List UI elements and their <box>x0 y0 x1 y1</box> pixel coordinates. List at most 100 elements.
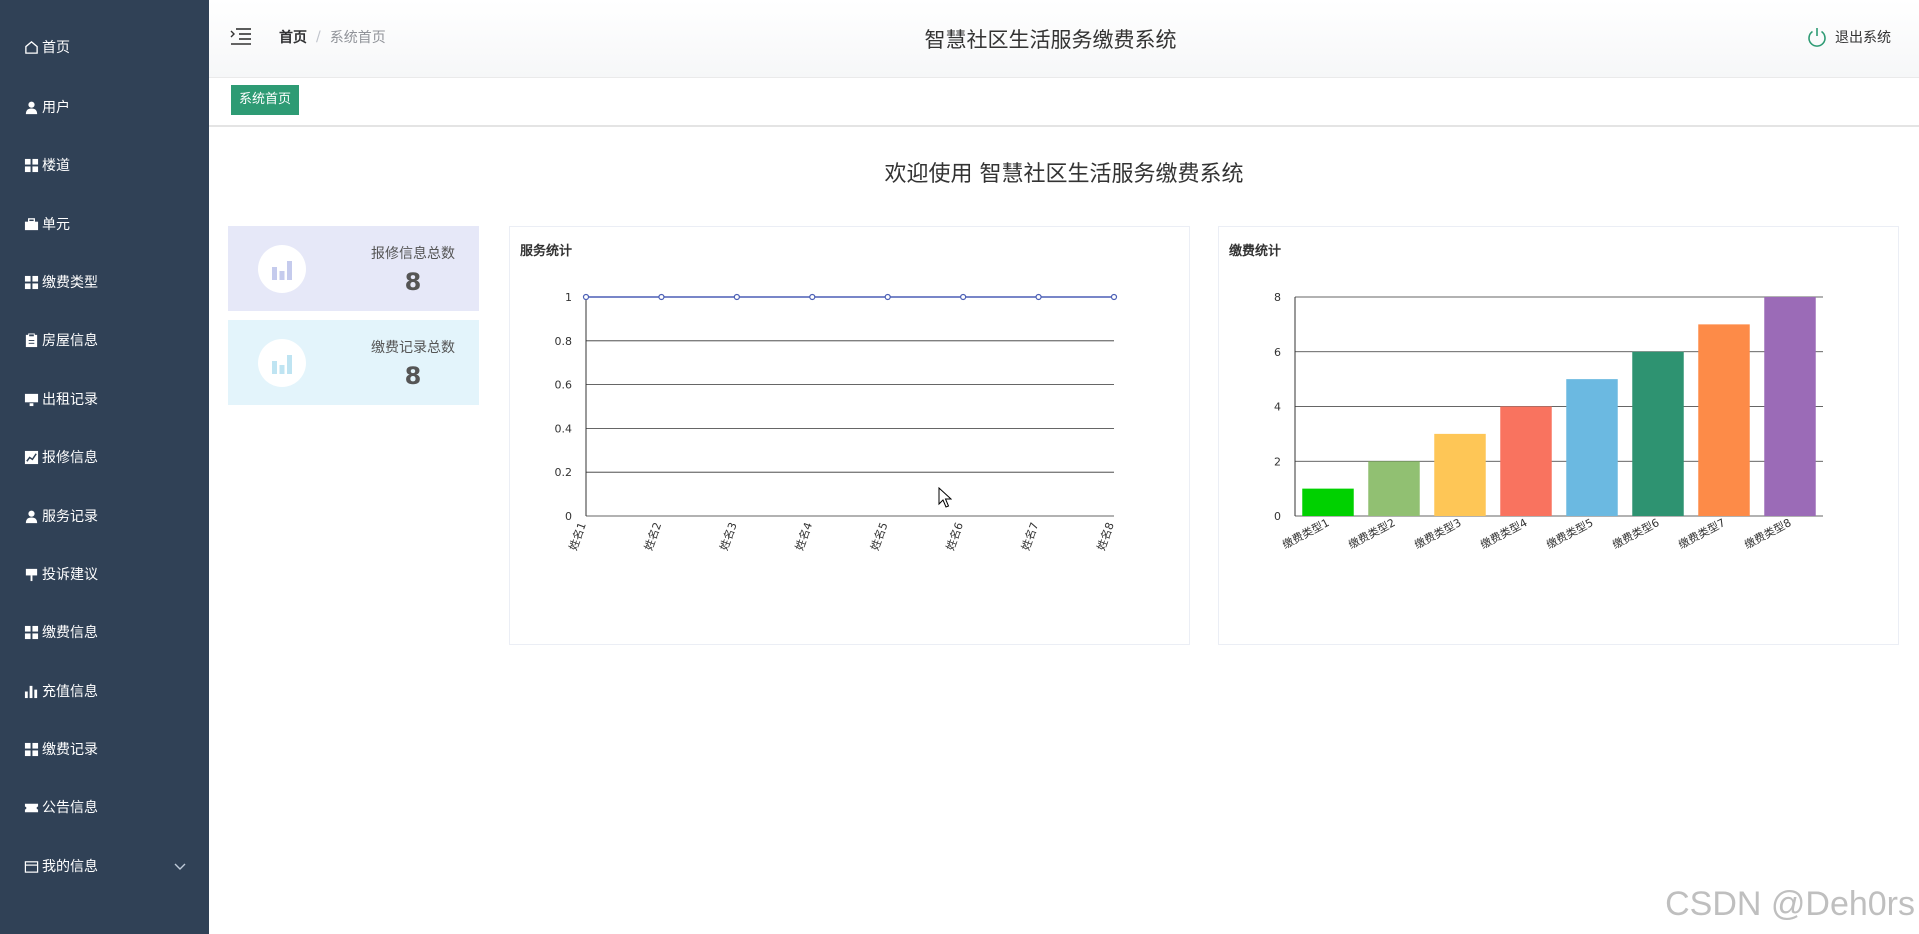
sidebar-item-repair-info[interactable]: 报修信息 <box>0 428 209 486</box>
y-tick-label: 8 <box>1274 291 1281 304</box>
bar-chart-icon <box>272 261 292 280</box>
sidebar-item-complaint[interactable]: 投诉建议 <box>0 545 209 603</box>
sidebar-item-label: 房屋信息 <box>42 333 98 349</box>
system-title: 智慧社区生活服务缴费系统 <box>924 28 1177 52</box>
sidebar-item-label: 用户 <box>42 100 70 116</box>
chevron-down-icon[interactable] <box>173 859 187 873</box>
tags-view: 系统首页 <box>209 79 1919 127</box>
y-tick-label: 6 <box>1274 346 1281 359</box>
x-tick-label: 姓名2 <box>641 520 664 552</box>
sidebar-item-label: 缴费信息 <box>42 625 98 641</box>
data-point <box>809 293 816 301</box>
data-point <box>960 293 967 301</box>
chart-line-icon <box>23 449 39 465</box>
x-tick-label: 姓名5 <box>867 520 890 552</box>
data-point <box>1110 293 1118 301</box>
sidebar-item-corridor[interactable]: 楼道 <box>0 136 209 194</box>
bar <box>1302 488 1354 516</box>
chart-title: 缴费统计 <box>1229 244 1282 259</box>
home-icon <box>23 39 39 55</box>
sidebar-item-fee-type[interactable]: 缴费类型 <box>0 253 209 311</box>
sidebar-item-fee-record[interactable]: 缴费记录 <box>0 720 209 778</box>
x-tick-label: 缴费类型7 <box>1676 515 1728 551</box>
sidebar-item-fee-info[interactable]: 缴费信息 <box>0 603 209 661</box>
x-tick-label: 缴费类型1 <box>1280 515 1332 551</box>
stat-card-repair: 报修信息总数 8 <box>228 226 479 311</box>
data-point <box>1035 293 1042 301</box>
sidebar-item-label: 出租记录 <box>42 392 98 408</box>
x-tick-label: 姓名4 <box>792 520 815 552</box>
service-line-chart: 0 0.2 0.4 0.6 0.8 1 姓名1 姓名2 姓名3 姓名4 姓名5 姓名6 姓名7 姓名8 <box>555 291 1118 552</box>
sidebar-item-my-info[interactable]: 我的信息 <box>0 837 209 895</box>
user-icon <box>23 508 39 524</box>
sidebar-item-label: 服务记录 <box>42 509 98 525</box>
chart-title: 服务统计 <box>520 244 573 259</box>
bar <box>1566 379 1618 516</box>
tab-system-home[interactable]: 系统首页 <box>231 85 300 115</box>
logout-button[interactable]: 退出系统 <box>1806 26 1891 48</box>
stat-icon-circle <box>258 339 306 387</box>
bar <box>1368 461 1420 516</box>
data-point <box>884 293 891 301</box>
x-tick-label: 姓名8 <box>1094 520 1117 552</box>
signpost-icon <box>23 566 39 582</box>
bar <box>1632 351 1684 516</box>
sidebar-item-home[interactable]: 首页 <box>0 18 209 76</box>
sidebar-item-label: 我的信息 <box>42 859 98 875</box>
briefcase-icon <box>23 216 39 232</box>
bar <box>1500 406 1552 516</box>
x-tick-label: 缴费类型4 <box>1478 515 1530 551</box>
y-tick-label: 4 <box>1274 401 1281 414</box>
stat-label: 缴费记录总数 <box>371 340 455 356</box>
sidebar-item-recharge-info[interactable]: 充值信息 <box>0 662 209 720</box>
sidebar-item-notice[interactable]: 公告信息 <box>0 778 209 836</box>
y-tick-label: 1 <box>565 291 572 304</box>
stat-card-fee-record: 缴费记录总数 8 <box>228 320 479 405</box>
sidebar-item-label: 投诉建议 <box>42 567 98 583</box>
service-stats-panel: 0 0.2 0.4 0.6 0.8 1 姓名1 姓名2 姓名3 姓名4 姓名5 姓名6 姓名7 姓名8 服… <box>509 226 1190 645</box>
stat-icon-circle <box>258 245 306 293</box>
y-tick-label: 0 <box>1274 510 1281 523</box>
sidebar-item-label: 缴费记录 <box>42 742 98 758</box>
stat-value: 8 <box>404 268 422 296</box>
fee-bar-chart: 0 2 4 6 8 缴费类型1 缴费类型2 缴费类型3 缴费类型4 缴费类型5 缴费类型6 缴费类型7… <box>1274 291 1823 552</box>
wallet-icon <box>23 858 39 874</box>
ticket-icon <box>23 799 39 815</box>
y-tick-label: 0.8 <box>555 335 573 348</box>
sidebar-item-user[interactable]: 用户 <box>0 78 209 136</box>
sidebar-item-label: 首页 <box>42 40 70 56</box>
stat-value: 8 <box>404 362 422 390</box>
sidebar-item-label: 充值信息 <box>42 684 98 700</box>
x-tick-label: 缴费类型3 <box>1412 515 1464 551</box>
y-tick-label: 2 <box>1274 455 1281 468</box>
watermark: CSDN @Deh0rs <box>1665 885 1915 923</box>
x-tick-label: 姓名1 <box>566 520 589 552</box>
logout-label: 退出系统 <box>1835 30 1891 46</box>
bar <box>1434 433 1486 516</box>
welcome-heading: 欢迎使用 智慧社区生活服务缴费系统 <box>884 162 1244 187</box>
grid-icon <box>23 274 39 290</box>
bar <box>1698 324 1750 516</box>
sidebar-item-label: 楼道 <box>42 158 70 174</box>
clipboard-icon <box>23 332 39 348</box>
x-tick-label: 姓名7 <box>1018 520 1041 552</box>
grid-icon <box>23 624 39 640</box>
sidebar-item-rental-record[interactable]: 出租记录 <box>0 370 209 428</box>
bar-chart-icon <box>272 355 292 374</box>
sidebar-item-house-info[interactable]: 房屋信息 <box>0 311 209 369</box>
sidebar-item-service-record[interactable]: 服务记录 <box>0 487 209 545</box>
monitor-icon <box>23 391 39 407</box>
stat-label: 报修信息总数 <box>371 246 455 262</box>
data-point <box>658 293 665 301</box>
sidebar-item-label: 缴费类型 <box>42 275 98 291</box>
mouse-cursor-icon <box>938 487 952 508</box>
x-tick-label: 缴费类型2 <box>1346 515 1398 551</box>
x-tick-label: 缴费类型8 <box>1742 515 1794 551</box>
y-tick-label: 0.2 <box>555 466 573 479</box>
x-tick-label: 缴费类型6 <box>1610 515 1662 551</box>
bar <box>1764 297 1816 516</box>
sidebar-item-label: 公告信息 <box>42 800 98 816</box>
sidebar-item-unit[interactable]: 单元 <box>0 195 209 253</box>
x-tick-label: 缴费类型5 <box>1544 515 1596 551</box>
data-point <box>582 293 590 301</box>
